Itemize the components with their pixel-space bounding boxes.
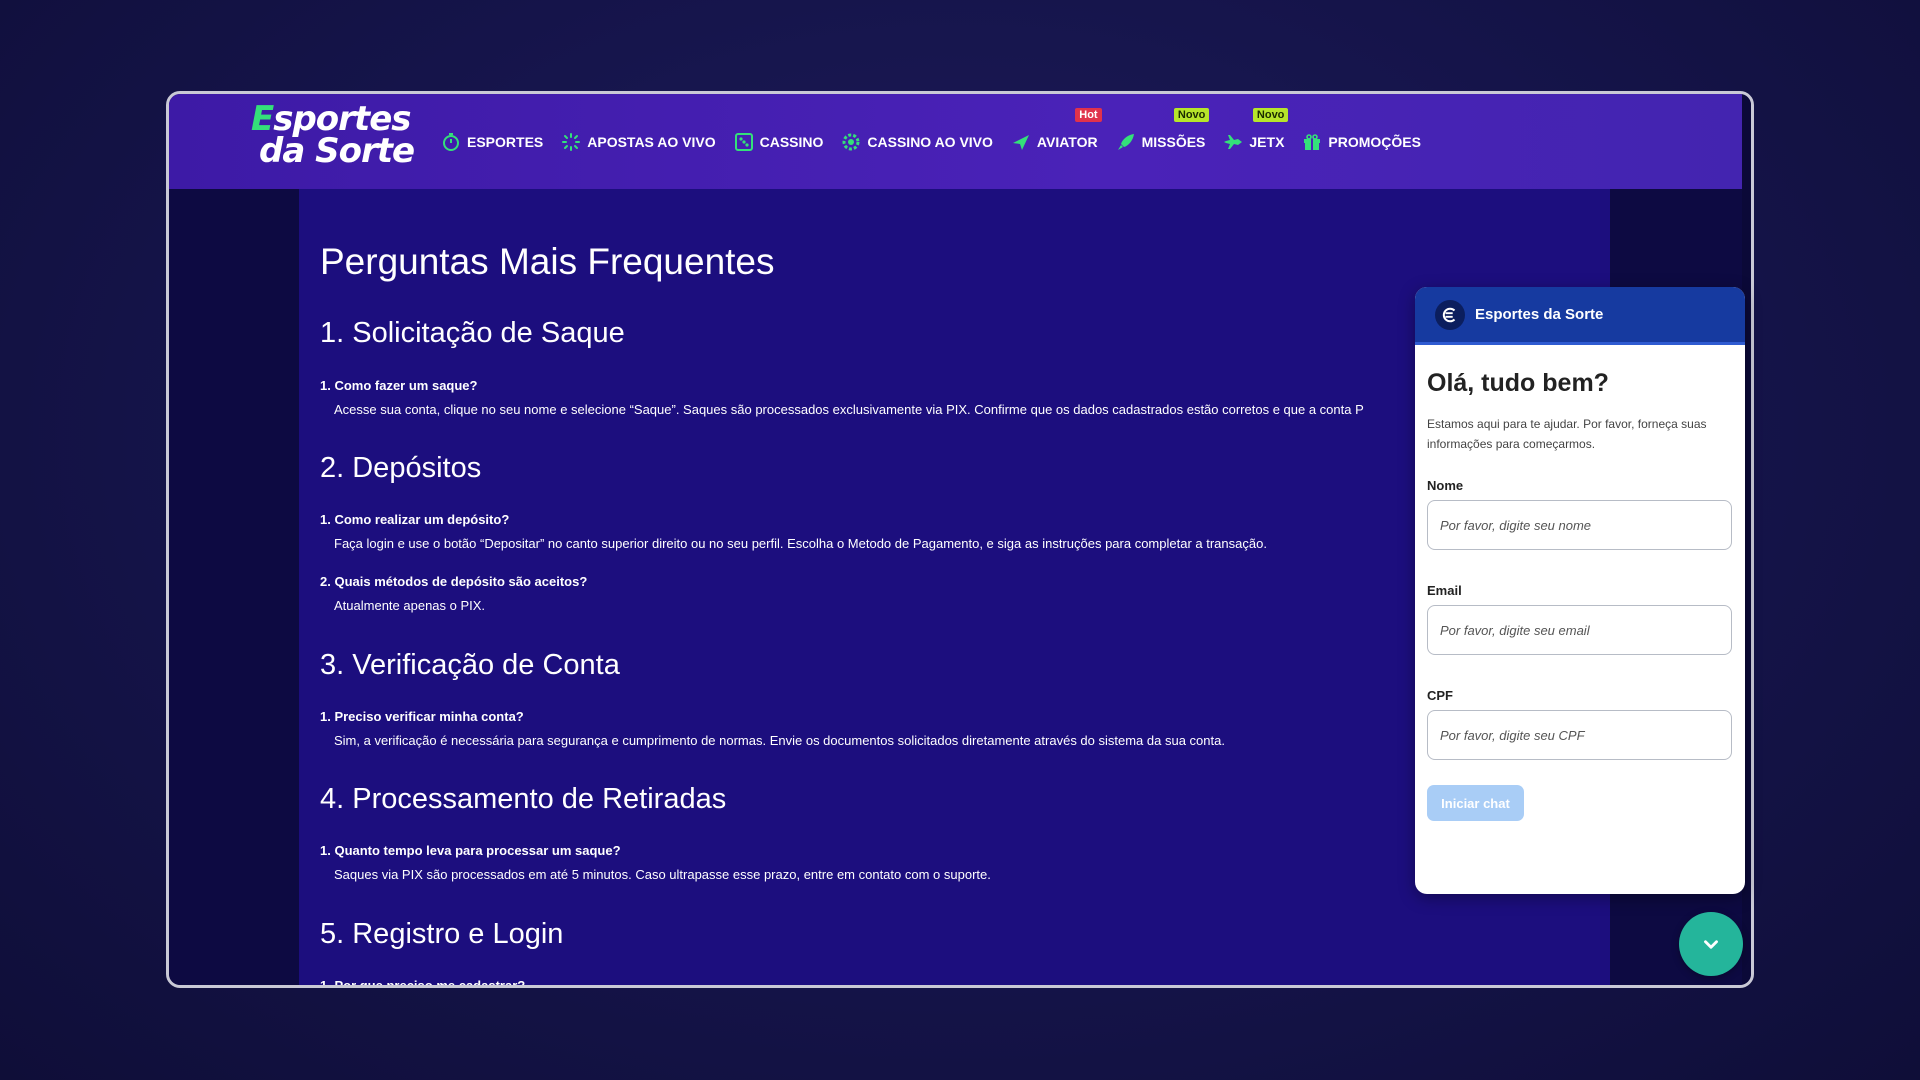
nav-label: PROMOÇÕES	[1328, 133, 1421, 150]
nav-label: CASSINO	[759, 133, 824, 150]
faq-item: 1. Quanto tempo leva para processar um s…	[320, 843, 991, 882]
rocket-icon	[1117, 133, 1134, 150]
new-badge: Novo	[1173, 107, 1210, 122]
main-nav: ESPORTES APOSTAS AO VIVO CASSINO CASSINO…	[441, 94, 1421, 189]
faq-answer: Faça login e use o botão “Depositar” no …	[334, 536, 1267, 551]
faq-question: 1. Como realizar um depósito?	[320, 512, 510, 527]
gift-icon	[1304, 133, 1321, 150]
faq-item: 1. Preciso verificar minha conta? Sim, a…	[320, 709, 1225, 748]
faq-section: 5. Registro e Login	[320, 918, 563, 951]
nav-jetx[interactable]: JETX Novo	[1223, 107, 1289, 152]
brand-avatar-icon	[1435, 299, 1465, 330]
section-heading: 5. Registro e Login	[320, 918, 564, 950]
faq-question: 2. Quais métodos de depósito são aceitos…	[320, 574, 588, 589]
faq-section: 3. Verificação de Conta	[320, 649, 620, 682]
nav-missoes[interactable]: MISSÕES Novo	[1116, 107, 1210, 152]
nav-promocoes[interactable]: PROMOÇÕES	[1302, 132, 1421, 152]
nav-apostas-ao-vivo[interactable]: APOSTAS AO VIVO	[561, 132, 716, 152]
faq-question: 1. Quanto tempo leva para processar um s…	[320, 843, 621, 858]
nav-aviator[interactable]: AVIATOR Hot	[1011, 107, 1102, 152]
nav-cassino-ao-vivo[interactable]: CASSINO AO VIVO	[841, 132, 993, 152]
airplane-icon	[1012, 134, 1029, 150]
nav-cassino[interactable]: CASSINO	[734, 132, 824, 152]
start-chat-button[interactable]: Iniciar chat	[1427, 785, 1524, 821]
section-heading: 4. Processamento de Retiradas	[320, 783, 727, 815]
dice-icon	[734, 132, 753, 151]
left-gutter	[169, 189, 299, 985]
faq-question: 1. Por que preciso me cadastrar?	[320, 978, 526, 988]
cpf-label: CPF	[1427, 688, 1453, 703]
chat-toggle-button[interactable]	[1679, 912, 1743, 976]
faq-answer: Sim, a verificação é necessária para seg…	[334, 733, 1225, 748]
faq-answer: Saques via PIX são processados em até 5 …	[334, 867, 991, 882]
faq-question: 1. Como fazer um saque?	[320, 378, 478, 393]
name-label: Nome	[1427, 478, 1464, 493]
chip-icon	[842, 133, 860, 150]
name-field[interactable]	[1427, 500, 1732, 550]
section-heading: 2. Depósitos	[320, 452, 482, 484]
faq-question: 1. Preciso verificar minha conta?	[320, 709, 524, 724]
top-navigation-bar: Esportes da Sorte ESPORTES APOSTAS AO VI…	[169, 94, 1742, 189]
faq-item: 1. Como realizar um depósito? Faça login…	[320, 512, 1267, 551]
stopwatch-icon	[443, 132, 459, 151]
page-title: Perguntas Mais Frequentes	[320, 241, 775, 282]
email-label: Email	[1427, 583, 1462, 598]
logo-line2: da Sorte	[259, 131, 415, 171]
nav-label: JETX	[1249, 133, 1285, 150]
faq-section: 4. Processamento de Retiradas	[320, 783, 726, 816]
section-heading: 3. Verificação de Conta	[320, 649, 620, 681]
faq-answer: Atualmente apenas o PIX.	[334, 598, 486, 613]
chat-widget: Esportes da Sorte Olá, tudo bem? Estamos…	[1415, 287, 1745, 894]
nav-label: CASSINO AO VIVO	[867, 133, 993, 150]
faq-item: 2. Quais métodos de depósito são aceitos…	[320, 574, 587, 613]
chat-greeting: Olá, tudo bem?	[1427, 369, 1609, 397]
chat-form: Olá, tudo bem? Estamos aqui para te ajud…	[1415, 345, 1745, 821]
hot-badge: Hot	[1075, 107, 1102, 122]
chat-title: Esportes da Sorte	[1475, 306, 1604, 323]
jet-icon	[1224, 134, 1243, 149]
nav-label: AVIATOR	[1036, 133, 1098, 150]
faq-section: 1. Solicitação de Saque	[320, 317, 625, 350]
live-spinner-icon	[562, 132, 581, 151]
faq-item: 1. Por que preciso me cadastrar?	[320, 978, 526, 988]
cpf-field[interactable]	[1427, 710, 1732, 760]
faq-section: 2. Depósitos	[320, 452, 481, 485]
faq-answer: Acesse sua conta, clique no seu nome e s…	[334, 402, 1364, 417]
nav-esportes[interactable]: ESPORTES	[441, 132, 543, 152]
chat-intro: Estamos aqui para te ajudar. Por favor, …	[1427, 417, 1707, 451]
section-heading: 1. Solicitação de Saque	[320, 317, 625, 349]
chat-header: Esportes da Sorte	[1415, 287, 1745, 345]
nav-label: APOSTAS AO VIVO	[587, 133, 716, 150]
chevron-down-icon	[1704, 940, 1718, 949]
email-field[interactable]	[1427, 605, 1732, 655]
faq-item: 1. Como fazer um saque? Acesse sua conta…	[320, 378, 1364, 417]
site-logo[interactable]: Esportes da Sorte	[249, 102, 419, 174]
nav-label: MISSÕES	[1141, 133, 1206, 150]
faq-content: Perguntas Mais Frequentes 1. Solicitação…	[299, 189, 1610, 988]
nav-label: ESPORTES	[467, 133, 544, 150]
new-badge: Novo	[1252, 107, 1289, 122]
